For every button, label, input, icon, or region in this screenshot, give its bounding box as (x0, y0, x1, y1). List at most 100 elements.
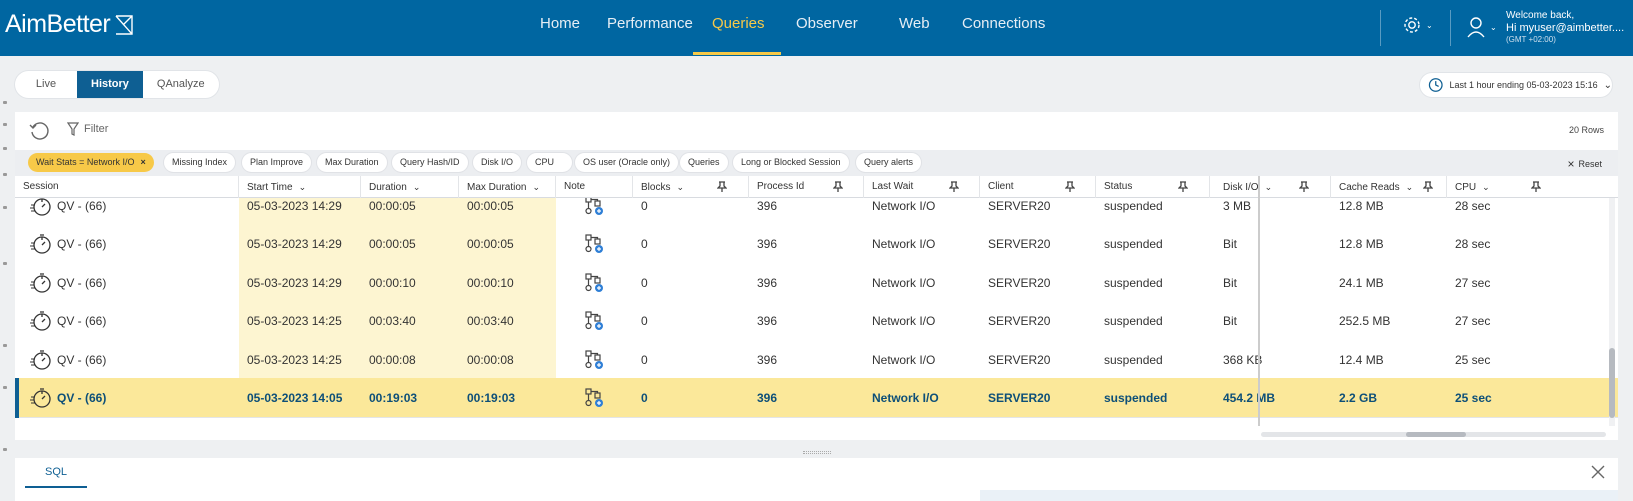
cell-process-id: 396 (757, 314, 778, 329)
scrollbar-thumb[interactable] (1406, 432, 1466, 437)
chip-long-blocked[interactable]: Long or Blocked Session (733, 153, 849, 172)
cell-note[interactable] (556, 378, 633, 418)
cell-note[interactable] (556, 224, 633, 264)
cell-status: suspended (1104, 237, 1163, 252)
col-duration[interactable]: Duration ⌄ (361, 176, 459, 198)
table-row[interactable]: QV - (66) 05-03-2023 14:25 00:00:08 00:0… (15, 339, 1618, 380)
filter-button[interactable]: Filter (67, 122, 108, 136)
cell-blocks: 0 (641, 314, 648, 329)
pin-icon[interactable] (1065, 181, 1075, 193)
pin-icon[interactable] (1531, 181, 1541, 193)
nav-active-underline (693, 52, 781, 55)
col-process-id[interactable]: Process Id (749, 176, 864, 198)
pin-icon[interactable] (1299, 181, 1309, 193)
table-row[interactable]: QV - (66) 05-03-2023 14:05 00:19:03 00:1… (15, 378, 1618, 418)
time-range-selector[interactable]: Last 1 hour ending 05-03-2023 15:16 ⌄ (1420, 73, 1612, 97)
execution-plan-icon[interactable] (584, 272, 606, 294)
execution-plan-icon[interactable] (584, 233, 606, 255)
resize-handle[interactable] (803, 451, 831, 454)
chip-cpu[interactable]: CPU (527, 153, 572, 172)
brand-name: AimBetter (5, 10, 111, 38)
chip-max-duration[interactable]: Max Duration (317, 153, 387, 172)
chevron-down-icon: ⌄ (676, 182, 684, 192)
table-row[interactable]: QV - (66) 05-03-2023 14:25 00:03:40 00:0… (15, 301, 1618, 342)
col-client[interactable]: Client (980, 176, 1096, 198)
grid-toolbar: Filter 20 Rows (15, 112, 1618, 150)
settings-menu[interactable]: ⌄ (1402, 15, 1433, 35)
close-icon[interactable]: × (140, 157, 145, 167)
cell-disk-io: Bit (1223, 314, 1238, 329)
cell-start-time: 05-03-2023 14:25 (239, 301, 361, 342)
chip-disk-io[interactable]: Disk I/O (473, 153, 522, 172)
chip-query-hash[interactable]: Query Hash/ID (392, 153, 468, 172)
pin-icon[interactable] (949, 181, 959, 193)
col-note[interactable]: Note (556, 176, 633, 198)
stopwatch-icon (30, 349, 51, 370)
execution-plan-icon[interactable] (584, 198, 606, 217)
col-start-time[interactable]: Start Time ⌄ (239, 176, 361, 198)
cell-cache-reads: 252.5 MB (1339, 314, 1391, 329)
cell-note[interactable] (556, 198, 633, 226)
scrollbar-thumb[interactable] (1609, 348, 1615, 418)
horizontal-scrollbar[interactable] (1261, 432, 1606, 437)
col-last-wait[interactable]: Last Wait (864, 176, 980, 198)
cell-note[interactable] (556, 340, 633, 380)
selected-indicator (15, 378, 19, 418)
pin-icon[interactable] (717, 181, 727, 193)
col-blocks[interactable]: Blocks ⌄ (633, 176, 749, 198)
table-row[interactable]: QV - (66) 05-03-2023 14:29 00:00:05 00:0… (15, 198, 1618, 226)
tab-history[interactable]: History (77, 71, 143, 98)
execution-plan-icon[interactable] (584, 387, 606, 409)
nav-observer[interactable]: Observer (796, 15, 858, 32)
tab-live[interactable]: Live (15, 71, 77, 98)
chip-wait-stats[interactable]: Wait Stats = Network I/O × (28, 153, 154, 172)
chip-query-alerts[interactable]: Query alerts (856, 153, 922, 172)
reset-button[interactable]: × Reset (1567, 157, 1602, 171)
cell-blocks: 0 (641, 352, 648, 367)
close-icon[interactable] (1590, 464, 1606, 480)
top-navigation-bar: AimBetter Home Performance Queries Obser… (0, 0, 1633, 56)
col-status[interactable]: Status (1096, 176, 1210, 198)
chip-missing-index[interactable]: Missing Index (164, 153, 236, 172)
brand-logo[interactable]: AimBetter (5, 10, 134, 39)
col-max-duration[interactable]: Max Duration ⌄ (459, 176, 556, 198)
cell-duration: 00:00:08 (361, 339, 459, 380)
tab-qanalyze[interactable]: QAnalyze (143, 71, 219, 98)
pin-icon[interactable] (1423, 181, 1433, 193)
chip-queries[interactable]: Queries (680, 153, 728, 172)
cell-note[interactable] (556, 301, 633, 341)
col-cpu[interactable]: CPU ⌄ (1447, 176, 1609, 198)
col-disk-io[interactable]: Disk I/O ⌄ (1215, 176, 1331, 198)
cell-status: suspended (1104, 352, 1163, 367)
nav-home[interactable]: Home (540, 15, 580, 32)
nav-connections[interactable]: Connections (962, 15, 1045, 32)
col-session[interactable]: Session (15, 176, 239, 198)
tab-sql[interactable]: SQL (25, 458, 87, 488)
col-label: Start Time (247, 182, 293, 193)
user-welcome: Welcome back, Hi myuser@aimbetter.... (G… (1506, 10, 1624, 46)
cell-cpu: 28 sec (1455, 199, 1491, 213)
execution-plan-icon[interactable] (584, 310, 606, 332)
execution-plan-icon[interactable] (584, 349, 606, 371)
cell-note[interactable] (556, 263, 633, 303)
refresh-icon[interactable] (28, 120, 50, 142)
details-side-area (980, 490, 1618, 501)
chip-plan-improve[interactable]: Plan Improve (242, 153, 312, 172)
cell-last-wait: Network I/O (872, 391, 939, 405)
logo-mark-icon (115, 14, 133, 35)
pin-icon[interactable] (833, 181, 843, 193)
chip-os-user[interactable]: OS user (Oracle only) (575, 153, 679, 172)
vertical-scrollbar[interactable] (1609, 198, 1615, 426)
col-label: Status (1104, 181, 1133, 192)
nav-web[interactable]: Web (899, 15, 930, 32)
pin-icon[interactable] (1178, 181, 1188, 193)
nav-performance[interactable]: Performance (607, 15, 693, 32)
cell-max-duration: 00:00:10 (459, 262, 556, 303)
user-menu[interactable]: ⌄ (1466, 16, 1497, 38)
table-row[interactable]: QV - (66) 05-03-2023 14:29 00:00:05 00:0… (15, 224, 1618, 265)
col-label: CPU (1455, 182, 1477, 193)
cell-client: SERVER20 (988, 352, 1051, 367)
nav-queries[interactable]: Queries (712, 15, 765, 32)
cell-disk-io: 368 KB (1223, 352, 1263, 367)
table-row[interactable]: QV - (66) 05-03-2023 14:29 00:00:10 00:0… (15, 262, 1618, 303)
